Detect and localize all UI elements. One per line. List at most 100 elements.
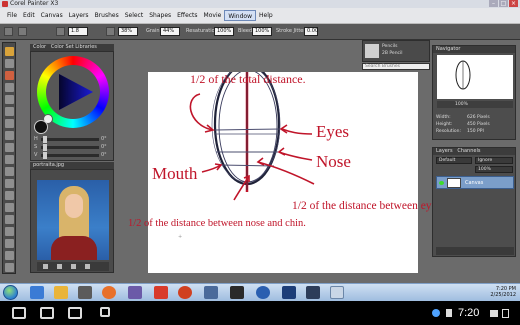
p-app-icon[interactable]: [178, 286, 192, 299]
cloner-tool-icon[interactable]: [5, 203, 14, 212]
rubber-stamp-icon[interactable]: [5, 215, 14, 224]
menu-canvas[interactable]: Canvas: [38, 10, 66, 21]
hue-slider[interactable]: [41, 136, 99, 143]
pen-tool-icon[interactable]: [5, 167, 14, 176]
media-icon[interactable]: [78, 286, 92, 299]
maximize-button[interactable]: □: [499, 0, 508, 7]
painter-taskbar-icon[interactable]: [330, 286, 344, 299]
grain-field[interactable]: 44%: [160, 27, 180, 36]
drawing-canvas[interactable]: + 1/2 of the total distance. Eyes Nose M…: [128, 72, 486, 273]
rectangular-selection-icon[interactable]: [5, 119, 14, 128]
reset-tool-icon[interactable]: [18, 27, 27, 36]
stroke-jitter-label: Stroke Jitter:: [276, 28, 308, 34]
layer-adjuster-icon[interactable]: [5, 95, 14, 104]
photo-panel-tab: portraita.jpg: [30, 162, 114, 169]
shape-tool-icon[interactable]: [5, 191, 14, 200]
explorer-icon[interactable]: [54, 286, 68, 299]
menu-brushes[interactable]: Brushes: [92, 10, 122, 21]
tab-layers[interactable]: Layers: [436, 148, 453, 154]
crop-tool-icon[interactable]: [5, 143, 14, 152]
menu-select[interactable]: Select: [122, 10, 147, 21]
app-icon[interactable]: [128, 286, 142, 299]
windows-taskbar: 7:20 PM 2/25/2012: [0, 283, 520, 301]
ie-icon[interactable]: [30, 286, 44, 299]
navigator-tab: Navigator: [433, 46, 515, 53]
edit-app-icon[interactable]: [306, 286, 320, 299]
svg-text:+: +: [178, 234, 182, 240]
start-button-icon[interactable]: [3, 285, 18, 300]
rotate-page-icon[interactable]: [5, 263, 14, 272]
screenshot-icon[interactable]: [100, 307, 110, 317]
rotate-icon[interactable]: [85, 264, 90, 269]
grabber-tool-icon[interactable]: [5, 239, 14, 248]
tray-clock[interactable]: 7:20 PM 2/25/2012: [490, 286, 516, 298]
height-value: 450 Pixels: [467, 122, 490, 127]
property-bar: 1.8 38% Grain: 44% Resaturation: 100% Bl…: [0, 24, 520, 40]
hand-icon[interactable]: [57, 264, 62, 269]
value-slider[interactable]: [41, 152, 99, 159]
close-button[interactable]: ×: [509, 0, 518, 7]
visibility-eye-icon[interactable]: [439, 181, 444, 185]
main-color-swatch[interactable]: [34, 120, 48, 134]
reference-panel-toolbar: [37, 262, 109, 271]
layer-opacity-field[interactable]: 100%: [475, 166, 513, 173]
photo-app-icon[interactable]: [282, 286, 296, 299]
tab-color[interactable]: Color: [33, 44, 46, 50]
opacity-field[interactable]: 38%: [118, 27, 138, 36]
composite-method-select[interactable]: Default: [436, 157, 472, 164]
firefox-icon[interactable]: [102, 286, 116, 299]
status-icon: [432, 309, 440, 317]
brush-selector[interactable]: Pencils 2B Pencil: [362, 40, 430, 62]
tab-color-set-libraries[interactable]: Color Set Libraries: [51, 44, 97, 50]
minimize-button[interactable]: –: [489, 0, 498, 7]
title-bar: Corel Painter X3 – □ ×: [0, 0, 520, 8]
navigator-tab-label[interactable]: Navigator: [436, 46, 460, 52]
paint-bucket-icon[interactable]: [5, 71, 14, 80]
saturation-value: 0°: [101, 144, 107, 150]
color-panel: H 0° S 0° V 0°: [30, 51, 114, 161]
reference-image-panel: [30, 169, 114, 273]
menu-edit[interactable]: Edit: [20, 10, 38, 21]
resaturation-field[interactable]: 100%: [214, 27, 234, 36]
menu-layers[interactable]: Layers: [66, 10, 92, 21]
dodge-tool-icon[interactable]: [5, 227, 14, 236]
bleed-field[interactable]: 100%: [252, 27, 272, 36]
menu-help[interactable]: Help: [256, 10, 276, 21]
brush-tool-icon[interactable]: [4, 27, 13, 36]
zoom-level[interactable]: 100%: [455, 102, 468, 107]
settings-app-icon[interactable]: [230, 286, 244, 299]
tab-channels[interactable]: Channels: [457, 148, 480, 154]
menu-window[interactable]: Window: [224, 10, 256, 21]
s-app-icon[interactable]: [154, 286, 168, 299]
browser-icon[interactable]: [256, 286, 270, 299]
magic-wand-icon[interactable]: [5, 155, 14, 164]
menu-shapes[interactable]: Shapes: [146, 10, 174, 21]
blend-method-select[interactable]: Ignore: [475, 157, 513, 164]
size-field[interactable]: 1.8: [68, 27, 88, 36]
menu-file[interactable]: File: [4, 10, 20, 21]
transform-tool-icon[interactable]: [5, 107, 14, 116]
zoom-icon[interactable]: [71, 264, 76, 269]
back-icon[interactable]: [12, 307, 26, 319]
dropper-icon[interactable]: [43, 264, 48, 269]
menu-movie[interactable]: Movie: [201, 10, 225, 21]
menu-effects[interactable]: Effects: [174, 10, 200, 21]
brush-tool-icon[interactable]: [5, 47, 14, 56]
home-icon[interactable]: [40, 307, 54, 319]
text-tool-icon[interactable]: [5, 179, 14, 188]
photo-tab-label[interactable]: portraita.jpg: [33, 162, 64, 168]
menu-bar: File Edit Canvas Layers Brushes Select S…: [0, 8, 520, 24]
search-brushes-input[interactable]: Search Brushes: [362, 63, 430, 70]
dropper-tool-icon[interactable]: [5, 59, 14, 68]
recent-apps-icon[interactable]: [68, 307, 82, 319]
monitor-icon[interactable]: [204, 286, 218, 299]
layer-row-canvas[interactable]: Canvas: [436, 176, 514, 189]
lasso-tool-icon[interactable]: [5, 131, 14, 140]
eraser-tool-icon[interactable]: [5, 83, 14, 92]
stroke-jitter-field[interactable]: 0.00: [304, 27, 318, 36]
hue-slider-label: H: [34, 136, 38, 142]
value-value: 0°: [101, 152, 107, 158]
magnifier-tool-icon[interactable]: [5, 251, 14, 260]
navigator-preview[interactable]: [437, 55, 513, 99]
saturation-slider[interactable]: [41, 144, 99, 151]
